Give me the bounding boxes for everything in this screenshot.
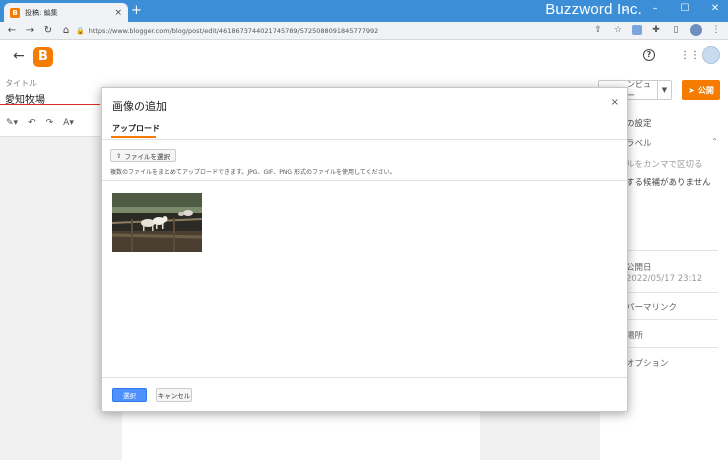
minimize-icon[interactable]: – xyxy=(648,3,662,14)
hint-divider xyxy=(102,180,627,181)
extension-icon[interactable] xyxy=(632,25,642,35)
sidebar-item-location[interactable]: 場所 xyxy=(626,329,643,341)
browser-tab[interactable]: B 投稿: 編集 × xyxy=(4,3,128,22)
home-icon[interactable]: ⌂ xyxy=(58,25,74,36)
reload-icon[interactable]: ↻ xyxy=(40,25,56,36)
active-tab-indicator xyxy=(111,136,156,138)
profile-icon[interactable] xyxy=(690,24,702,36)
blogger-favicon-icon: B xyxy=(10,7,20,18)
new-tab-button[interactable]: + xyxy=(131,4,142,18)
pen-icon[interactable]: ✎▾ xyxy=(6,118,18,128)
sidebar-item-publish-date[interactable]: 公開日 xyxy=(626,261,652,273)
address-bar: ← → ↻ ⌂ 🔒 https://www.blogger.com/blog/p… xyxy=(0,22,728,40)
title-underline xyxy=(0,104,100,105)
forward-icon[interactable]: → xyxy=(22,25,38,36)
labels-suggestion: する候補がありません xyxy=(626,178,711,188)
cancel-button[interactable]: キャンセル xyxy=(156,388,192,402)
select-file-button[interactable]: ⇧ ファイルを選択 xyxy=(110,149,176,162)
sidebar-item-options[interactable]: オプション xyxy=(626,357,669,369)
footer-divider xyxy=(102,377,627,378)
publish-label: 公開 xyxy=(697,85,714,95)
sidebar-icon[interactable]: ▯ xyxy=(670,25,682,35)
share-icon[interactable]: ⇪ xyxy=(592,25,604,35)
chevron-down-icon[interactable]: ▼ xyxy=(657,81,671,99)
dialog-title: 画像の追加 xyxy=(112,100,167,113)
puzzle-icon[interactable]: ✚ xyxy=(650,25,662,35)
publish-date-value: 2022/05/17 23:12 xyxy=(626,274,703,284)
select-file-label: ファイルを選択 xyxy=(124,152,170,161)
blogger-logo-icon[interactable]: B xyxy=(33,47,53,67)
undo-icon[interactable]: ↶ xyxy=(28,118,36,128)
help-icon[interactable]: ? xyxy=(643,49,655,61)
sidebar-divider xyxy=(626,347,718,348)
title-label: タイトル xyxy=(5,79,37,88)
goat-photo-image xyxy=(112,193,202,252)
menu-icon[interactable]: ⋮ xyxy=(710,25,722,35)
labels-input[interactable]: ルをカンマで区切る xyxy=(626,158,703,170)
tab-upload[interactable]: アップロード xyxy=(112,123,160,134)
text-color-icon[interactable]: A▾ xyxy=(63,118,74,128)
window-controls: ⌄ – ☐ ✕ xyxy=(618,3,722,14)
browser-toolbar: ⇪ ☆ ✚ ▯ ⋮ xyxy=(592,24,722,36)
close-window-icon[interactable]: ✕ xyxy=(708,3,722,14)
sidebar-settings-heading: の設定 xyxy=(626,119,652,129)
redo-icon[interactable]: ↷ xyxy=(46,118,54,128)
select-button[interactable]: 選択 xyxy=(112,388,147,402)
close-icon[interactable]: × xyxy=(611,97,619,108)
sidebar-divider xyxy=(626,250,718,251)
sidebar-divider xyxy=(626,292,718,293)
chevron-up-icon[interactable]: ⌃ xyxy=(711,137,718,146)
sidebar-item-labels[interactable]: ラベル xyxy=(626,137,652,149)
nav-buttons: ← → ↻ ⌂ xyxy=(0,25,74,36)
back-icon[interactable]: ← xyxy=(4,25,20,36)
tab-title: 投稿: 編集 xyxy=(25,8,58,17)
maximize-icon[interactable]: ☐ xyxy=(678,3,692,14)
back-arrow-icon[interactable]: ← xyxy=(13,48,25,64)
add-image-dialog: 画像の追加 × アップロード ⇧ ファイルを選択 複数のファイルをまとめてアップ… xyxy=(101,87,628,412)
sidebar-divider xyxy=(626,319,718,320)
chevron-down-icon[interactable]: ⌄ xyxy=(618,3,632,14)
page-header: ← B ? ⋮⋮⋮ xyxy=(0,41,728,73)
upload-icon: ⇧ xyxy=(116,151,122,160)
upload-hint: 複数のファイルをまとめてアップロードできます。JPG、GIF、PNG 形式のファ… xyxy=(110,169,396,176)
url-field[interactable]: 🔒 https://www.blogger.com/blog/post/edit… xyxy=(76,24,624,38)
lock-icon: 🔒 xyxy=(76,27,85,35)
send-icon: ➤ xyxy=(688,85,695,95)
tab-close-icon[interactable]: × xyxy=(114,8,122,18)
publish-button[interactable]: ➤ 公開 xyxy=(682,80,720,100)
editor-toolbar: ✎▾ ↶ ↷ A▾ xyxy=(0,113,100,133)
star-icon[interactable]: ☆ xyxy=(612,25,624,35)
tabs-divider xyxy=(102,139,627,140)
browser-titlebar: B 投稿: 編集 × + Buzzword Inc. ⌄ – ☐ ✕ xyxy=(0,0,728,22)
uploaded-image-thumbnail[interactable] xyxy=(112,193,202,252)
sidebar-item-permalink[interactable]: パーマリンク xyxy=(626,301,677,313)
url-text: https://www.blogger.com/blog/post/edit/4… xyxy=(88,27,379,35)
avatar[interactable] xyxy=(702,46,720,64)
